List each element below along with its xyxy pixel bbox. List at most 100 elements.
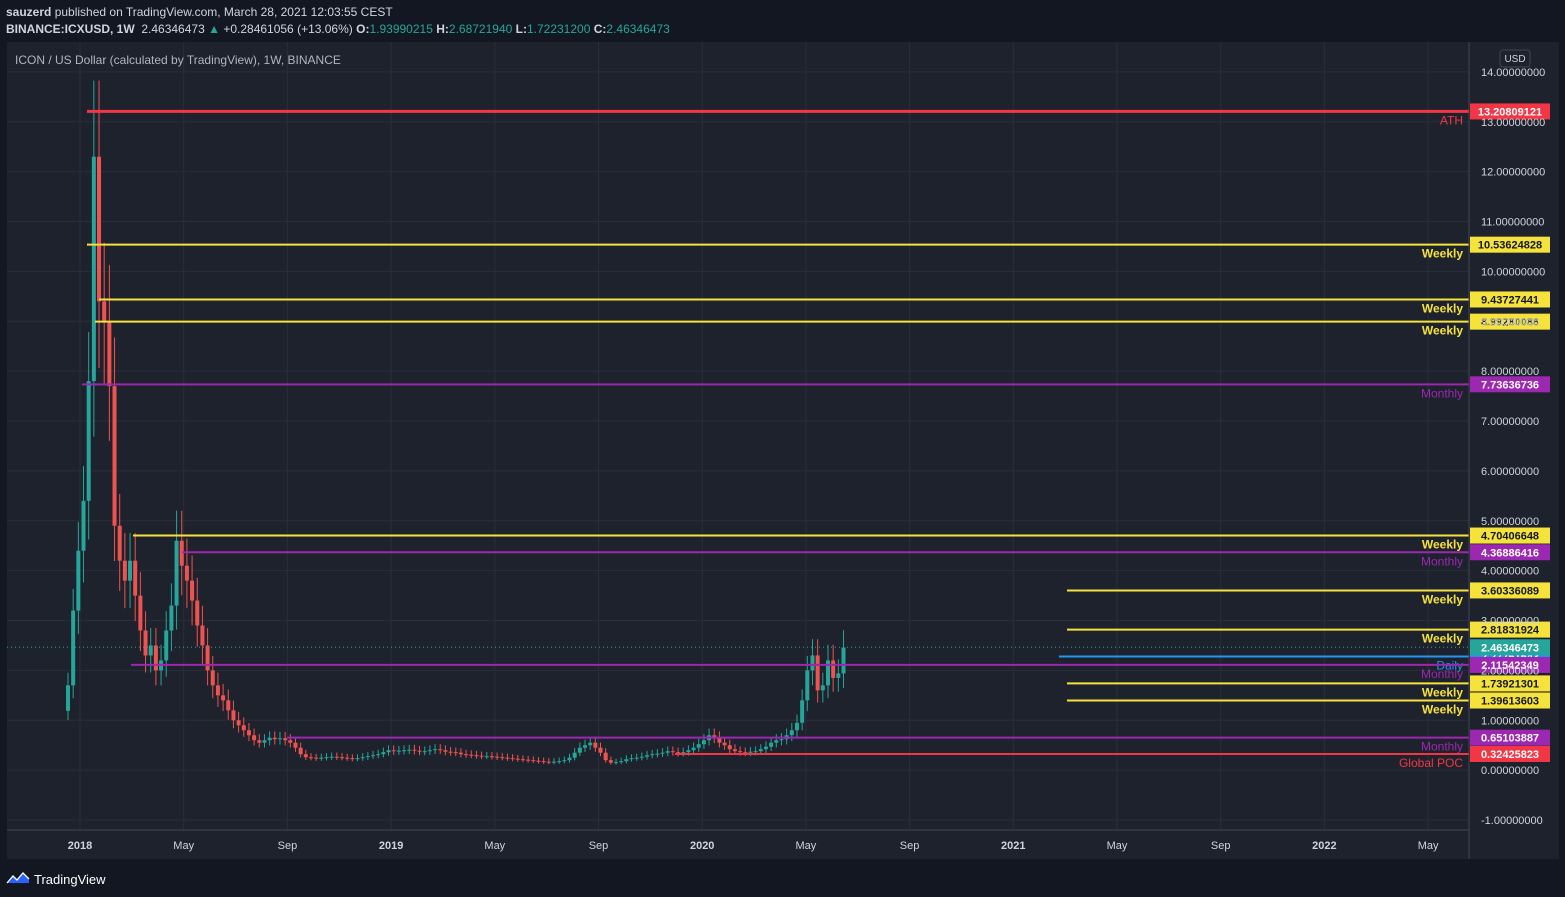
level-weekly[interactable]: 3.60336089 Weekly [1067,582,1550,606]
candle[interactable] [458,748,463,758]
symbol-label[interactable]: BINANCE:ICXUSD, 1W [6,22,135,36]
candle[interactable] [184,538,189,609]
candle[interactable] [329,752,334,760]
brand-name[interactable]: TradingView [34,872,106,887]
candle[interactable] [536,757,541,764]
candle[interactable] [308,753,313,761]
candle[interactable] [784,728,789,745]
candle[interactable] [588,736,593,750]
candle[interactable] [727,739,732,754]
candle[interactable] [422,746,427,756]
candle[interactable] [102,242,107,386]
candle[interactable] [598,742,603,757]
candle[interactable] [169,583,174,652]
candle[interactable] [665,746,670,757]
level-monthly[interactable]: 0.65103887 Monthly [287,729,1550,754]
candle[interactable] [825,644,830,699]
candle[interactable] [479,751,484,760]
candle[interactable] [593,736,598,752]
candle[interactable] [645,750,650,760]
candle[interactable] [303,749,308,760]
candle[interactable] [277,731,282,745]
candle[interactable] [210,655,215,699]
candles-layer[interactable] [66,80,846,765]
candle[interactable] [190,555,195,626]
chart-panel[interactable]: 13.20809121 ATH 10.53624828 Weekly 9.4372744… [7,42,1559,859]
level-weekly[interactable]: 9.43727441 Weekly [99,291,1550,315]
candle[interactable] [815,639,820,703]
candle[interactable] [495,752,500,760]
candle[interactable] [691,742,696,754]
candle[interactable] [629,754,634,762]
candle[interactable] [412,744,417,755]
candle[interactable] [774,734,779,748]
candle[interactable] [386,745,391,756]
candle[interactable] [427,745,432,755]
candle[interactable] [619,757,624,765]
candle[interactable] [221,683,226,712]
candle[interactable] [324,753,329,761]
candle[interactable] [128,533,133,609]
candle[interactable] [489,752,494,760]
candle[interactable] [794,714,799,737]
candle[interactable] [97,80,102,368]
candle[interactable] [567,753,572,763]
candle[interactable] [262,734,267,748]
candle[interactable] [236,711,241,733]
candle[interactable] [350,754,355,762]
candle[interactable] [670,746,675,756]
candle[interactable] [572,748,577,761]
candle[interactable] [345,753,350,761]
candle[interactable] [438,744,443,754]
level-monthly[interactable]: 4.36886416 Monthly [182,544,1550,568]
candle[interactable] [122,533,127,609]
candle[interactable] [469,750,474,759]
candle[interactable] [474,750,479,759]
level-weekly[interactable]: 1.39613603 Weekly [1067,692,1550,717]
candle[interactable] [195,577,200,647]
candle[interactable] [546,758,551,765]
candle[interactable] [443,745,448,756]
candle[interactable] [376,749,381,759]
candle[interactable] [520,755,525,763]
candle[interactable] [562,756,567,764]
candle[interactable] [557,757,562,764]
level-monthly[interactable]: 2.11542349Monthly [131,656,1550,681]
candle[interactable] [820,672,825,703]
candle[interactable] [448,746,453,756]
candle[interactable] [717,731,722,748]
candle[interactable] [510,754,515,762]
candle[interactable] [417,745,422,756]
candle[interactable] [712,728,717,744]
candle[interactable] [71,588,76,699]
candle[interactable] [200,605,205,664]
level-weekly[interactable]: 10.53624828 Weekly [87,236,1550,261]
candle[interactable] [551,758,556,765]
candle[interactable] [66,672,70,721]
candle[interactable] [107,264,112,441]
candle[interactable] [577,742,582,757]
candle[interactable] [464,749,469,758]
candle[interactable] [500,753,505,761]
author-name[interactable]: sauzerd [6,5,51,19]
candle[interactable] [231,700,236,729]
candle[interactable] [314,753,319,761]
candle[interactable] [215,672,220,707]
candle[interactable] [583,739,587,752]
candle[interactable] [541,757,546,764]
chart-svg[interactable]: 13.20809121ATH10.53624828Weekly9.4372744… [7,42,1559,859]
candle[interactable] [252,728,257,746]
candle[interactable] [660,748,665,757]
candle[interactable] [433,744,438,754]
candle[interactable] [526,755,531,763]
candle[interactable] [205,628,210,686]
candle[interactable] [174,510,179,630]
candle[interactable] [676,747,681,757]
candle[interactable] [402,745,407,755]
candle[interactable] [283,731,288,746]
candle[interactable] [153,628,158,686]
candle[interactable] [371,750,376,760]
candle[interactable] [769,736,774,751]
candle[interactable] [91,80,96,437]
candle[interactable] [655,749,660,758]
